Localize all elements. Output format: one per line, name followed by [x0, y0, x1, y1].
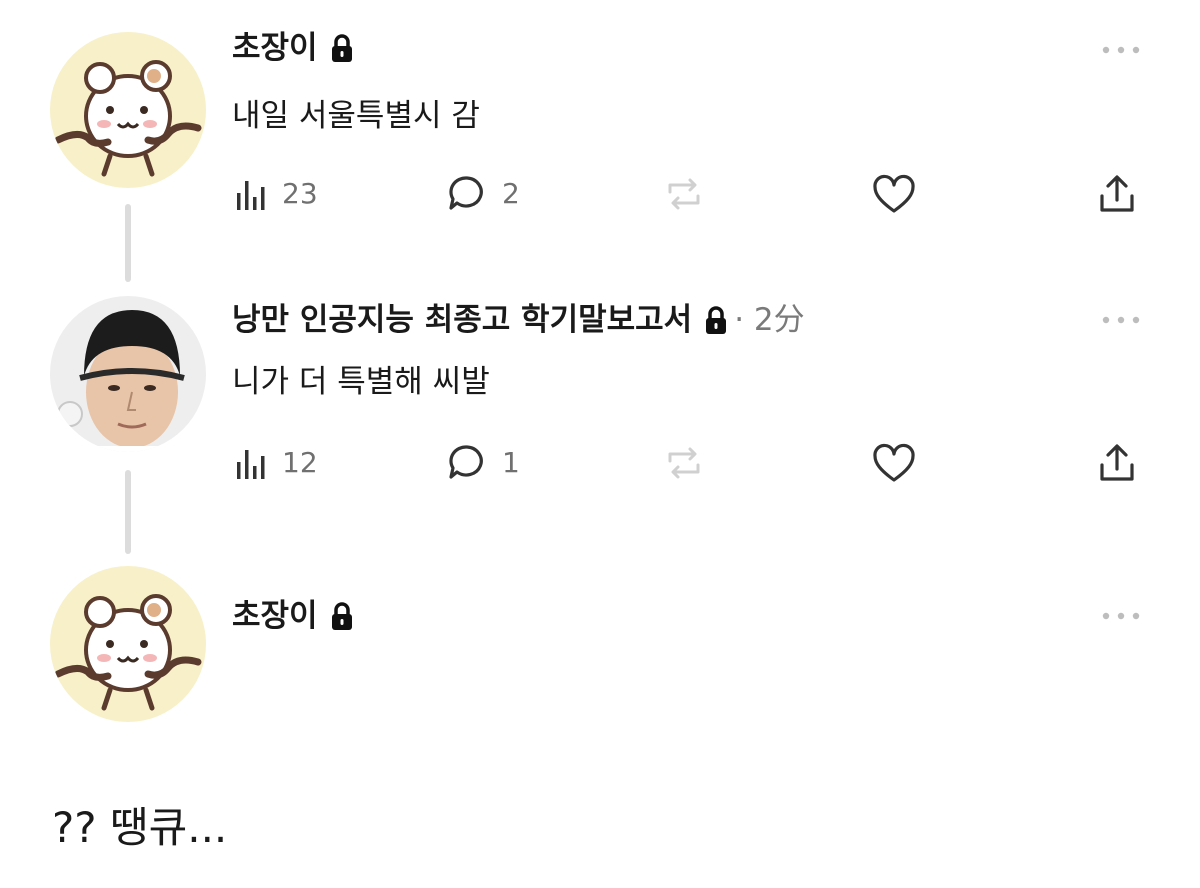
hamster-avatar-image: [50, 566, 206, 722]
more-icon[interactable]: [1098, 610, 1144, 622]
thread-post: 초장이: [0, 0, 1200, 740]
lock-icon: [330, 601, 354, 631]
avatar[interactable]: [50, 566, 206, 722]
author-name[interactable]: 초장이: [232, 596, 318, 636]
post-header: 초장이: [232, 596, 354, 636]
caption-text: ?? 땡큐...: [52, 803, 228, 852]
